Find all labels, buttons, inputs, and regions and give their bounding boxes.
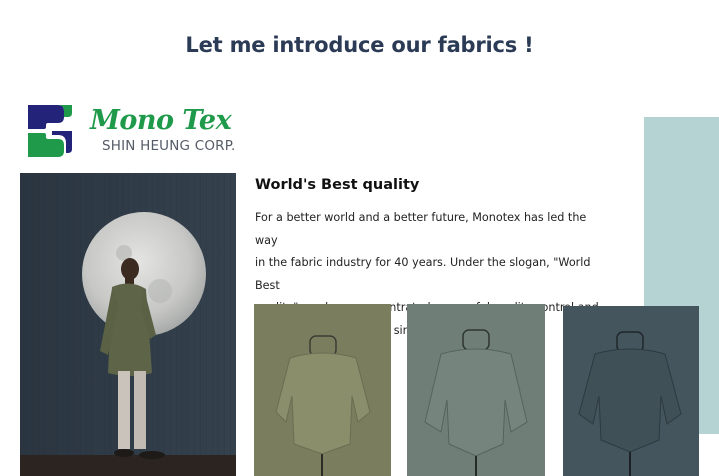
page-title: Let me introduce our fabrics ! bbox=[185, 33, 534, 57]
description-line: For a better world and a better future, … bbox=[255, 211, 587, 247]
hero-model-image bbox=[20, 173, 236, 476]
section-title: World's Best quality bbox=[255, 177, 420, 193]
fabric-image-slate bbox=[563, 306, 699, 476]
description-line: in the fabric industry for 40 years. Und… bbox=[255, 256, 591, 292]
monotex-logo: Mono Tex SHIN HEUNG CORP. bbox=[24, 103, 254, 161]
logo-company: SHIN HEUNG CORP. bbox=[102, 138, 236, 154]
fabric-image-sage bbox=[407, 304, 545, 476]
fabric-image-olive bbox=[254, 304, 391, 476]
logo-mark-icon bbox=[28, 105, 72, 157]
logo-brand: Mono Tex bbox=[90, 105, 232, 136]
